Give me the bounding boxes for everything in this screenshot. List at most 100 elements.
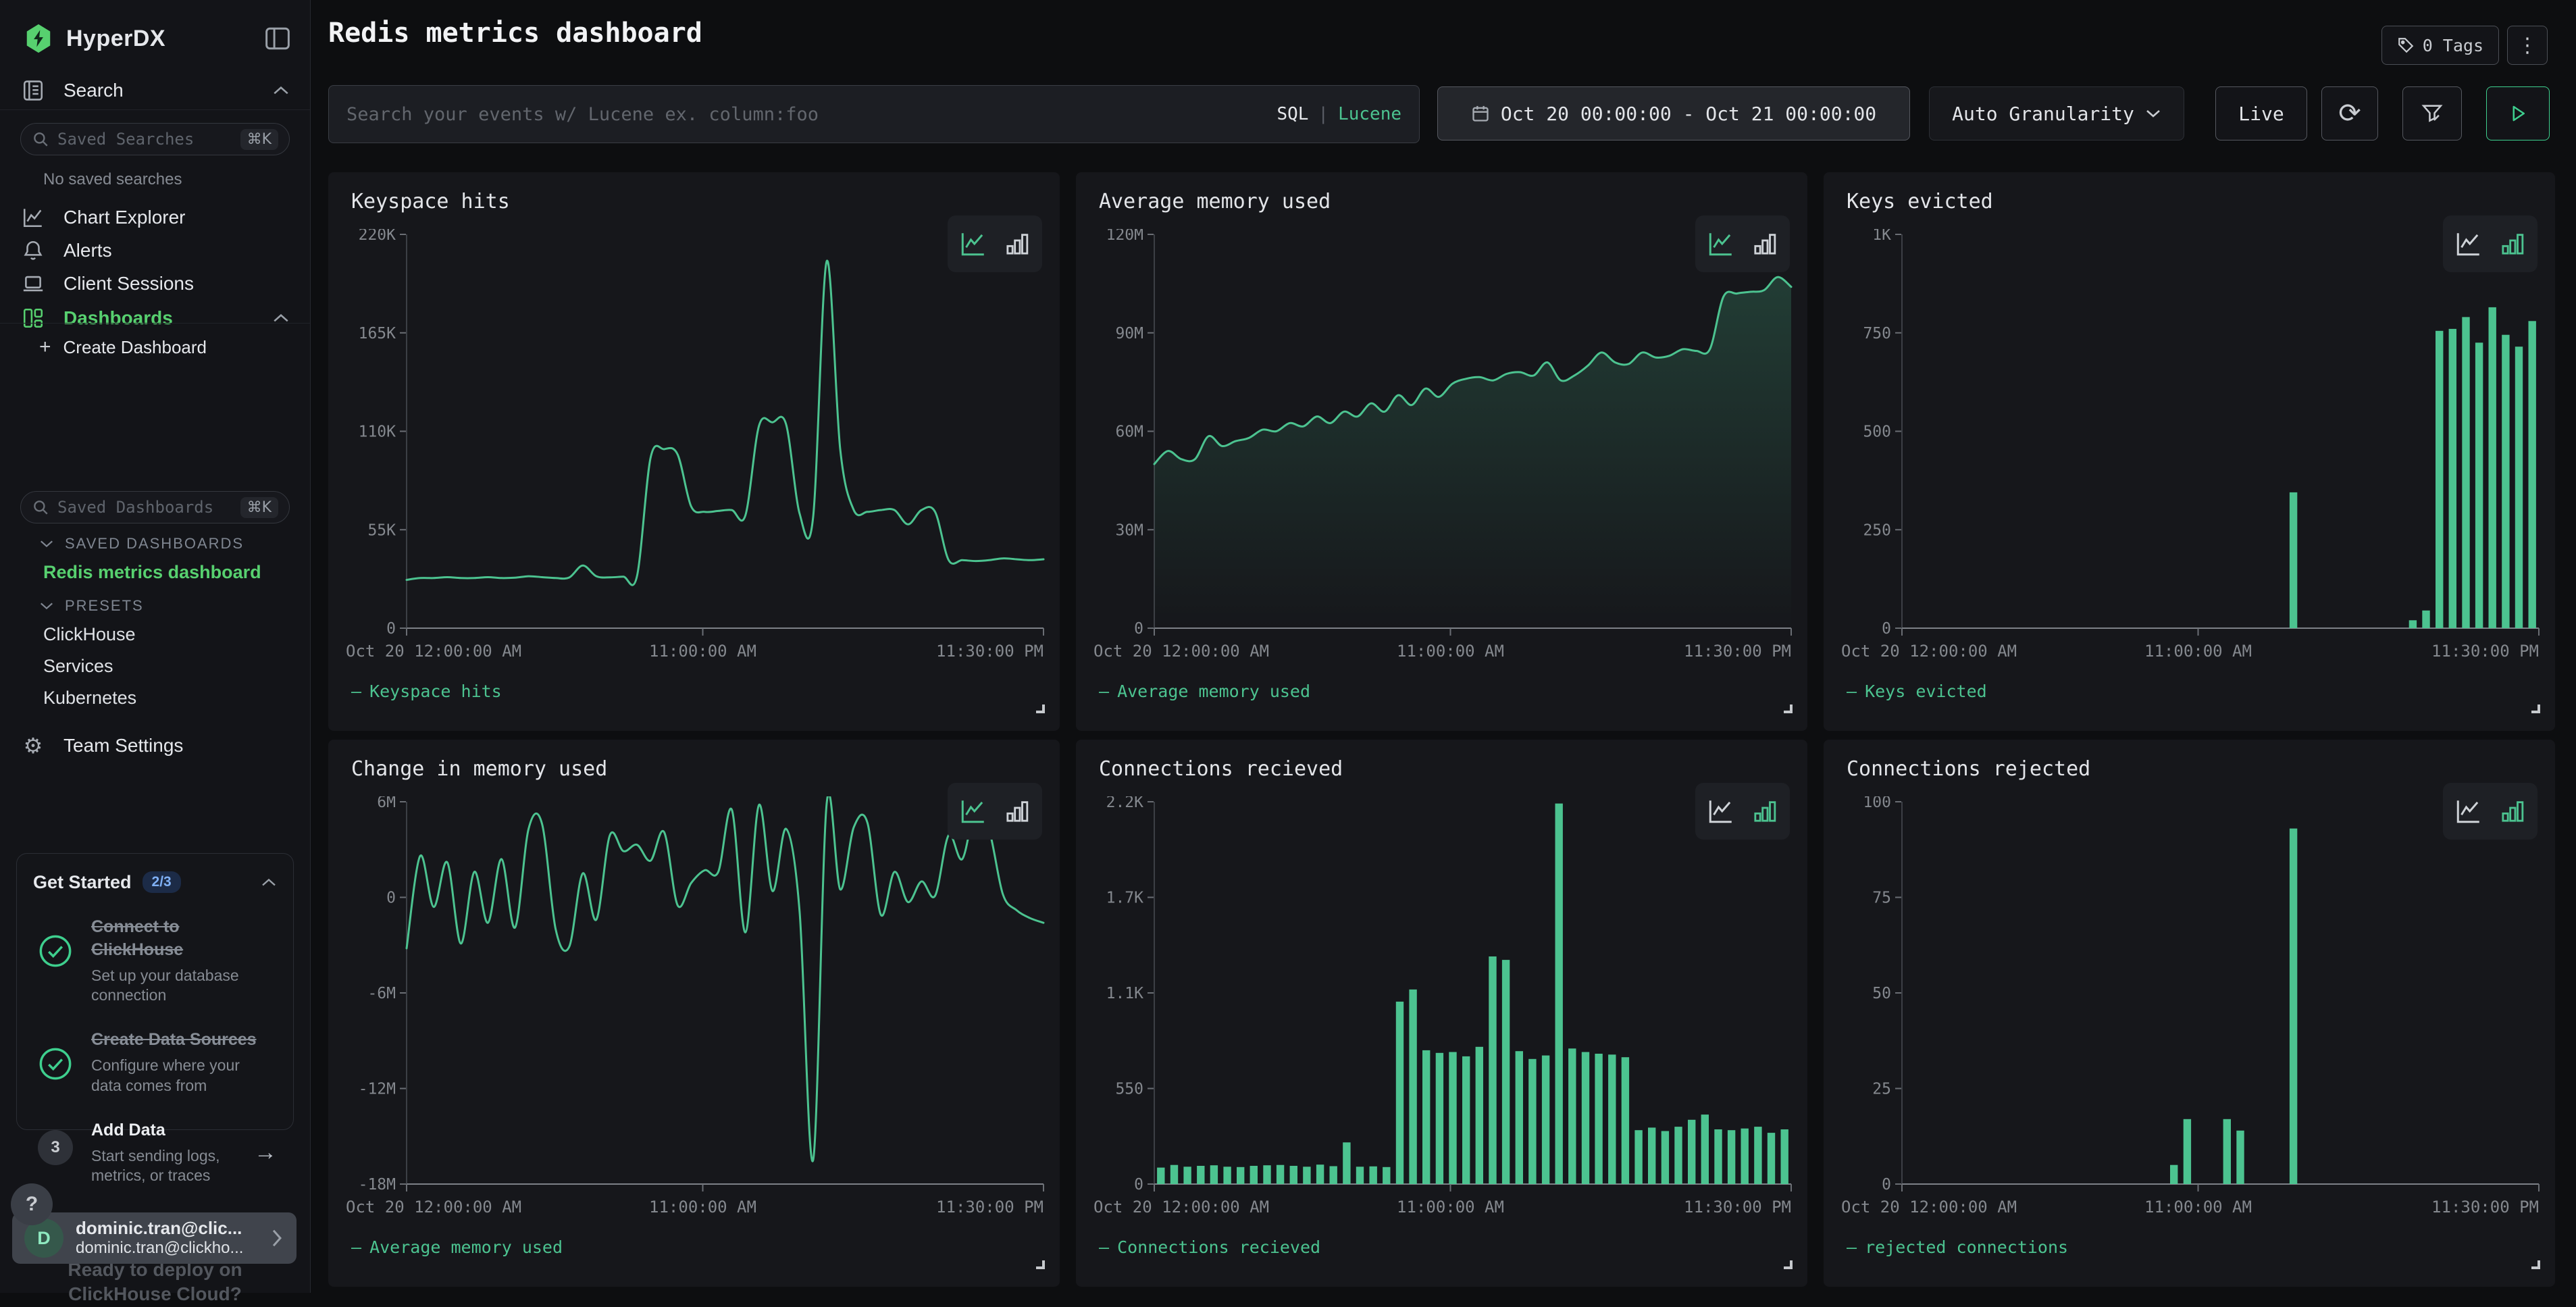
step-title: Connect to ClickHouse <box>91 916 269 962</box>
bar-chart-icon[interactable] <box>2499 230 2526 257</box>
line-chart-icon[interactable] <box>2454 230 2483 258</box>
event-search-input[interactable] <box>346 104 1263 125</box>
line-chart-icon[interactable] <box>2454 797 2483 825</box>
resize-handle-icon[interactable] <box>2531 704 2540 713</box>
sidebar-item-client-sessions[interactable]: Client Sessions <box>0 266 310 301</box>
sidebar-item-alerts[interactable]: Alerts <box>0 233 310 268</box>
sidebar-item-team-settings[interactable]: ⚙ Team Settings <box>0 728 310 763</box>
chevron-up-icon[interactable] <box>272 313 290 324</box>
line-chart-icon[interactable] <box>959 230 987 258</box>
sidebar-item-kubernetes[interactable]: Kubernetes <box>43 688 136 709</box>
sidebar-item-services[interactable]: Services <box>43 656 113 677</box>
svg-text:100: 100 <box>1863 796 1891 811</box>
chevron-up-icon[interactable] <box>272 85 290 96</box>
granularity-select[interactable]: Auto Granularity <box>1929 86 2184 140</box>
svg-text:25: 25 <box>1872 1081 1891 1098</box>
search-icon <box>32 498 49 516</box>
svg-text:11:00:00 AM: 11:00:00 AM <box>2144 642 2252 661</box>
tags-label: 0 Tags <box>2423 36 2483 55</box>
legend-label: Average memory used <box>1117 682 1310 701</box>
bar-chart-icon[interactable] <box>1751 230 1778 257</box>
gear-icon: ⚙ <box>20 733 46 759</box>
saved-dashboards-pill[interactable]: ⌘K <box>20 491 290 523</box>
saved-dashboards-section[interactable]: SAVED DASHBOARDS <box>39 535 244 553</box>
plot-area[interactable]: 6M0-6M-12M-18MOct 20 12:00:00 AM11:00:00… <box>342 796 1049 1222</box>
sidebar-item-label: Chart Explorer <box>63 207 186 228</box>
bar-chart-icon[interactable] <box>1004 230 1031 257</box>
dashboard-grid: Keyspace hits 220K165K110K55K0Oct 20 12:… <box>328 172 2555 1287</box>
legend-label: Keys evicted <box>1865 682 1987 701</box>
chart-view-toggle <box>948 215 1042 272</box>
chart-legend: —Keys evicted <box>1847 682 1987 701</box>
saved-searches-input[interactable] <box>57 130 232 149</box>
svg-text:11:00:00 AM: 11:00:00 AM <box>649 642 756 661</box>
plot-area[interactable]: 1007550250Oct 20 12:00:00 AM11:00:00 AM1… <box>1837 796 2544 1222</box>
chart-legend: —Connections recieved <box>1099 1237 1320 1257</box>
resize-handle-icon[interactable] <box>1036 1260 1045 1269</box>
svg-text:11:30:00 PM: 11:30:00 PM <box>1684 1198 1791 1216</box>
get-started-step-sources[interactable]: Create Data Sources Configure where your… <box>33 1029 277 1096</box>
svg-text:Oct 20 12:00:00 AM: Oct 20 12:00:00 AM <box>1841 642 2017 661</box>
date-range-picker[interactable]: Oct 20 00:00:00 - Oct 21 00:00:00 <box>1437 86 1910 140</box>
dashboard-menu-button[interactable]: ⋮ <box>2507 26 2548 65</box>
sidebar-collapse-icon[interactable] <box>264 26 291 51</box>
saved-dashboards-input[interactable] <box>57 498 232 517</box>
chart-title: Keys evicted <box>1847 190 1993 213</box>
get-started-step-connect[interactable]: Connect to ClickHouse Set up your databa… <box>33 916 277 1006</box>
filter-button[interactable] <box>2402 86 2462 140</box>
bar-chart-icon[interactable] <box>1751 798 1778 825</box>
sql-mode-toggle[interactable]: SQL <box>1277 104 1308 124</box>
play-button[interactable] <box>2486 86 2550 140</box>
presets-section[interactable]: PRESETS <box>39 597 144 615</box>
resize-handle-icon[interactable] <box>1784 704 1793 713</box>
saved-searches-pill[interactable]: ⌘K <box>20 123 290 155</box>
bar-chart-icon[interactable] <box>2499 798 2526 825</box>
lucene-mode-toggle[interactable]: Lucene <box>1338 104 1401 124</box>
tags-button[interactable]: 0 Tags <box>2381 26 2499 65</box>
sidebar-item-label: Dashboards <box>63 307 173 329</box>
tag-icon <box>2397 36 2415 54</box>
svg-text:11:30:00 PM: 11:30:00 PM <box>936 642 1044 661</box>
live-button[interactable]: Live <box>2215 86 2307 140</box>
resize-handle-icon[interactable] <box>2531 1260 2540 1269</box>
resize-handle-icon[interactable] <box>1784 1260 1793 1269</box>
line-chart-icon[interactable] <box>1707 230 1735 258</box>
arrow-right-icon[interactable]: → <box>254 1139 277 1166</box>
chevron-up-icon[interactable] <box>261 877 277 888</box>
plot-area[interactable]: 220K165K110K55K0Oct 20 12:00:00 AM11:00:… <box>342 229 1049 666</box>
line-chart-icon[interactable] <box>1707 797 1735 825</box>
create-dashboard-button[interactable]: + Create Dashboard <box>0 331 310 363</box>
line-chart-icon[interactable] <box>959 797 987 825</box>
svg-text:0: 0 <box>1134 1176 1143 1194</box>
user-menu[interactable]: D dominic.tran@clic... dominic.tran@clic… <box>12 1212 297 1264</box>
svg-text:Oct 20 12:00:00 AM: Oct 20 12:00:00 AM <box>1841 1198 2017 1216</box>
shortcut-badge: ⌘K <box>240 129 278 150</box>
sidebar-item-label: Team Settings <box>63 735 183 757</box>
plot-area[interactable]: 120M90M60M30M0Oct 20 12:00:00 AM11:00:00… <box>1089 229 1797 666</box>
svg-text:165K: 165K <box>359 325 396 342</box>
svg-text:-12M: -12M <box>359 1081 396 1098</box>
svg-text:-6M: -6M <box>367 985 396 1002</box>
section-label: SAVED DASHBOARDS <box>65 535 244 553</box>
sidebar-item-search[interactable]: Search <box>0 73 310 108</box>
svg-text:6M: 6M <box>377 796 396 811</box>
plot-area[interactable]: 1K7505002500Oct 20 12:00:00 AM11:00:00 A… <box>1837 229 2544 666</box>
get-started-step-add-data[interactable]: 3 Add Data Start sending logs, metrics, … <box>33 1119 277 1187</box>
mode-divider: | <box>1318 104 1329 124</box>
sidebar-item-redis-dashboard[interactable]: Redis metrics dashboard <box>43 562 261 583</box>
step-subtitle: Start sending logs, metrics, or traces <box>91 1146 240 1187</box>
sidebar-item-chart-explorer[interactable]: Chart Explorer <box>0 200 310 235</box>
help-button[interactable]: ? <box>11 1183 53 1225</box>
legend-label: rejected connections <box>1865 1237 2068 1257</box>
sidebar-item-clickhouse[interactable]: ClickHouse <box>43 624 136 645</box>
plot-area[interactable]: 2.2K1.7K1.1K5500Oct 20 12:00:00 AM11:00:… <box>1089 796 1797 1222</box>
resize-handle-icon[interactable] <box>1036 704 1045 713</box>
svg-text:750: 750 <box>1863 325 1891 342</box>
svg-text:Oct 20 12:00:00 AM: Oct 20 12:00:00 AM <box>1093 1198 1269 1216</box>
refresh-button[interactable]: ⟳ <box>2321 86 2378 140</box>
svg-text:2.2K: 2.2K <box>1106 796 1144 811</box>
refresh-icon: ⟳ <box>2338 98 2361 129</box>
bar-chart-icon[interactable] <box>1004 798 1031 825</box>
chart-legend: —Keyspace hits <box>351 682 502 701</box>
chart-view-toggle <box>2443 783 2538 840</box>
